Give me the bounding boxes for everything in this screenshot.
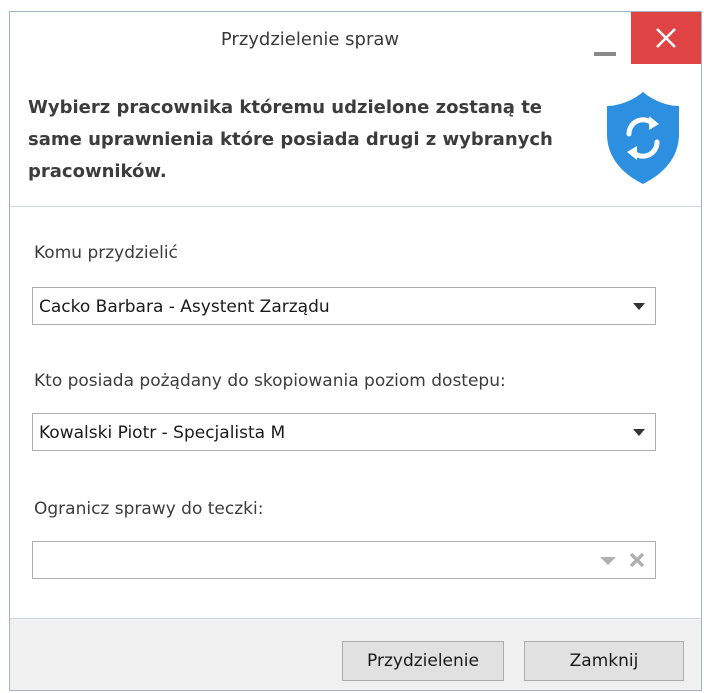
source-select[interactable]: Kowalski Piotr - Specjalista M <box>32 413 656 451</box>
dialog-window: Przydzielenie spraw Wybierz pracownika k… <box>9 11 702 691</box>
window-title: Przydzielenie spraw <box>220 29 400 50</box>
folder-select[interactable] <box>32 541 656 579</box>
chevron-down-icon <box>633 429 645 436</box>
header-band: Wybierz pracownika któremu udzielone zos… <box>10 72 701 207</box>
close-dialog-button[interactable]: Zamknij <box>524 641 684 681</box>
minimize-icon <box>594 52 616 56</box>
assign-to-value: Cacko Barbara - Asystent Zarządu <box>39 297 330 317</box>
assign-to-label: Komu przydzielić <box>34 243 178 263</box>
folder-label: Ogranicz sprawy do teczki: <box>34 499 264 519</box>
title-bar[interactable]: Przydzielenie spraw <box>10 12 701 72</box>
chevron-down-icon <box>633 303 645 310</box>
minimize-button[interactable] <box>582 12 630 72</box>
header-description: Wybierz pracownika któremu udzielone zos… <box>28 97 553 182</box>
source-value: Kowalski Piotr - Specjalista M <box>39 423 286 443</box>
close-icon <box>656 28 676 48</box>
assign-to-select[interactable]: Cacko Barbara - Asystent Zarządu <box>32 287 656 325</box>
chevron-down-icon[interactable] <box>599 556 617 566</box>
assign-button[interactable]: Przydzielenie <box>342 641 504 681</box>
form-body: Komu przydzielić Cacko Barbara - Asysten… <box>10 207 701 617</box>
source-label: Kto posiada pożądany do skopiowania pozi… <box>34 371 506 391</box>
dialog-footer: Przydzielenie Zamknij <box>10 618 701 690</box>
close-button[interactable] <box>631 12 701 64</box>
clear-icon[interactable] <box>629 552 645 568</box>
shield-sync-icon <box>607 92 679 184</box>
